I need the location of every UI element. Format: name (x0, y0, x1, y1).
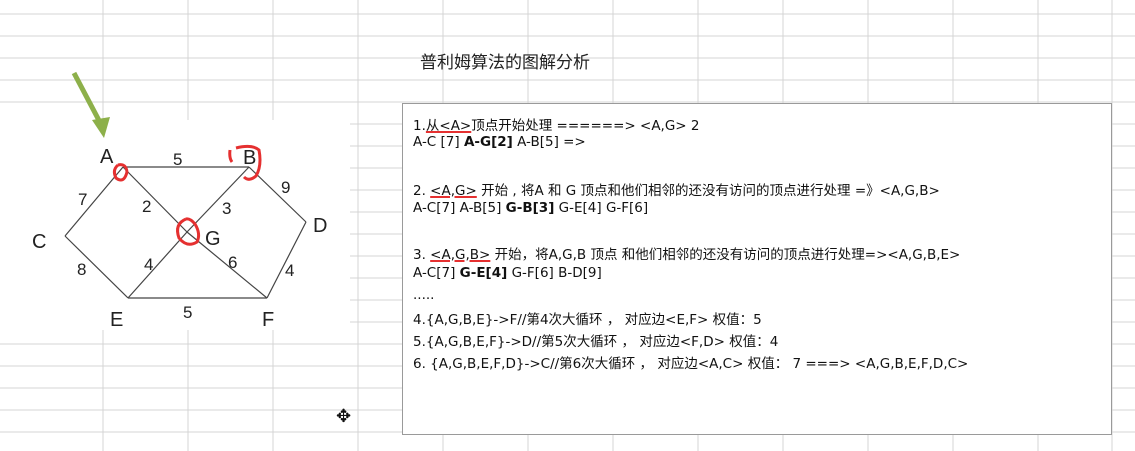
weight-label: 3 (222, 199, 231, 218)
step-bold: A-G[2] (463, 134, 513, 150)
analysis-textbox: 1.从<A>顶点开始处理 ======> <A,G> 2 A-C [7] A-G… (402, 103, 1112, 435)
step-text: A-C [7] (413, 134, 464, 150)
weight-label: 5 (173, 150, 182, 169)
weight-label: 6 (228, 253, 237, 272)
step-text: 6. {A,G,B,E,F,D}->C//第6次大循环 ， 对应边<A,C> 权… (413, 356, 969, 372)
weight-label: 7 (78, 190, 87, 209)
node-label: D (313, 215, 327, 237)
step-underlined: <A,G,B> (430, 247, 491, 263)
step-text: G-F[6] B-D[9] (507, 265, 602, 281)
step-text: ..... (413, 287, 435, 303)
step-text: 顶点开始处理 ======> <A,G> 2 (471, 118, 700, 134)
node-label: E (110, 309, 123, 330)
weight-label: 5 (183, 303, 192, 322)
step-line: A-C[7] G-E[4] G-F[6] B-D[9] (413, 265, 602, 281)
node-label: G (205, 228, 221, 250)
step-text: 5.{A,G,B,E,F}->D//第5次大循环 ， 对应边<F,D> 权值：4 (413, 334, 779, 350)
step-text: G-E[4] G-F[6] (554, 200, 649, 216)
step-text: 2. (413, 183, 431, 199)
step-text: 1. (413, 118, 426, 134)
step-text: A-C[7] A-B[5] (413, 200, 506, 216)
weight-label: 4 (285, 261, 294, 280)
step-text: 开始，将A,G,B 顶点 和他们相邻的还没有访问的顶点进行处理=><A,G,B,… (490, 247, 961, 263)
step-line: 4.{A,G,B,E}->F//第4次大循环 ， 对应边<E,F> 权值：5 (413, 308, 762, 328)
step-line: 5.{A,G,B,E,F}->D//第5次大循环 ， 对应边<F,D> 权值：4 (413, 330, 778, 350)
step-text: 4.{A,G,B,E}->F//第4次大循环 ， 对应边<E,F> 权值：5 (413, 312, 762, 328)
step-line: A-C[7] A-B[5] G-B[3] G-E[4] G-F[6] (413, 200, 648, 216)
step-line: 2. <A,G> 开始 , 将A 和 G 顶点和他们相邻的还没有访问的顶点进行处… (413, 179, 940, 199)
weight-label: 4 (144, 255, 153, 274)
node-label: A (100, 146, 114, 168)
step-text: 开始 , 将A 和 G 顶点和他们相邻的还没有访问的顶点进行处理 =》<A,G,… (476, 183, 940, 199)
step-underlined: 从<A> (425, 118, 472, 134)
page-title: 普利姆算法的图解分析 (420, 53, 590, 73)
crosshair-cursor-icon: ✥ (336, 406, 352, 427)
step-line: 6. {A,G,B,E,F,D}->C//第6次大循环 ， 对应边<A,C> 权… (413, 352, 968, 372)
step-text: 3. (413, 247, 431, 263)
step-line: 1.从<A>顶点开始处理 ======> <A,G> 2 (413, 114, 700, 134)
node-label: F (262, 309, 274, 330)
weight-label: 2 (142, 197, 151, 216)
step-text: A-C[7] (413, 265, 460, 281)
prim-graph-diagram: A B C D E F G 5 7 2 3 9 8 4 6 4 5 (0, 71, 350, 330)
step-line: ..... (413, 287, 434, 303)
weight-label: 9 (281, 178, 290, 197)
step-line: 3. <A,G,B> 开始，将A,G,B 顶点 和他们相邻的还没有访问的顶点进行… (413, 243, 960, 263)
step-bold: G-B[3] (505, 200, 555, 216)
node-label: B (243, 147, 256, 169)
node-label: C (32, 231, 46, 253)
weight-label: 8 (77, 260, 86, 279)
step-text: A-B[5] => (512, 134, 586, 150)
step-bold: G-E[4] (459, 265, 508, 281)
step-line: A-C [7] A-G[2] A-B[5] => (413, 134, 586, 150)
step-underlined: <A,G> (430, 183, 477, 199)
